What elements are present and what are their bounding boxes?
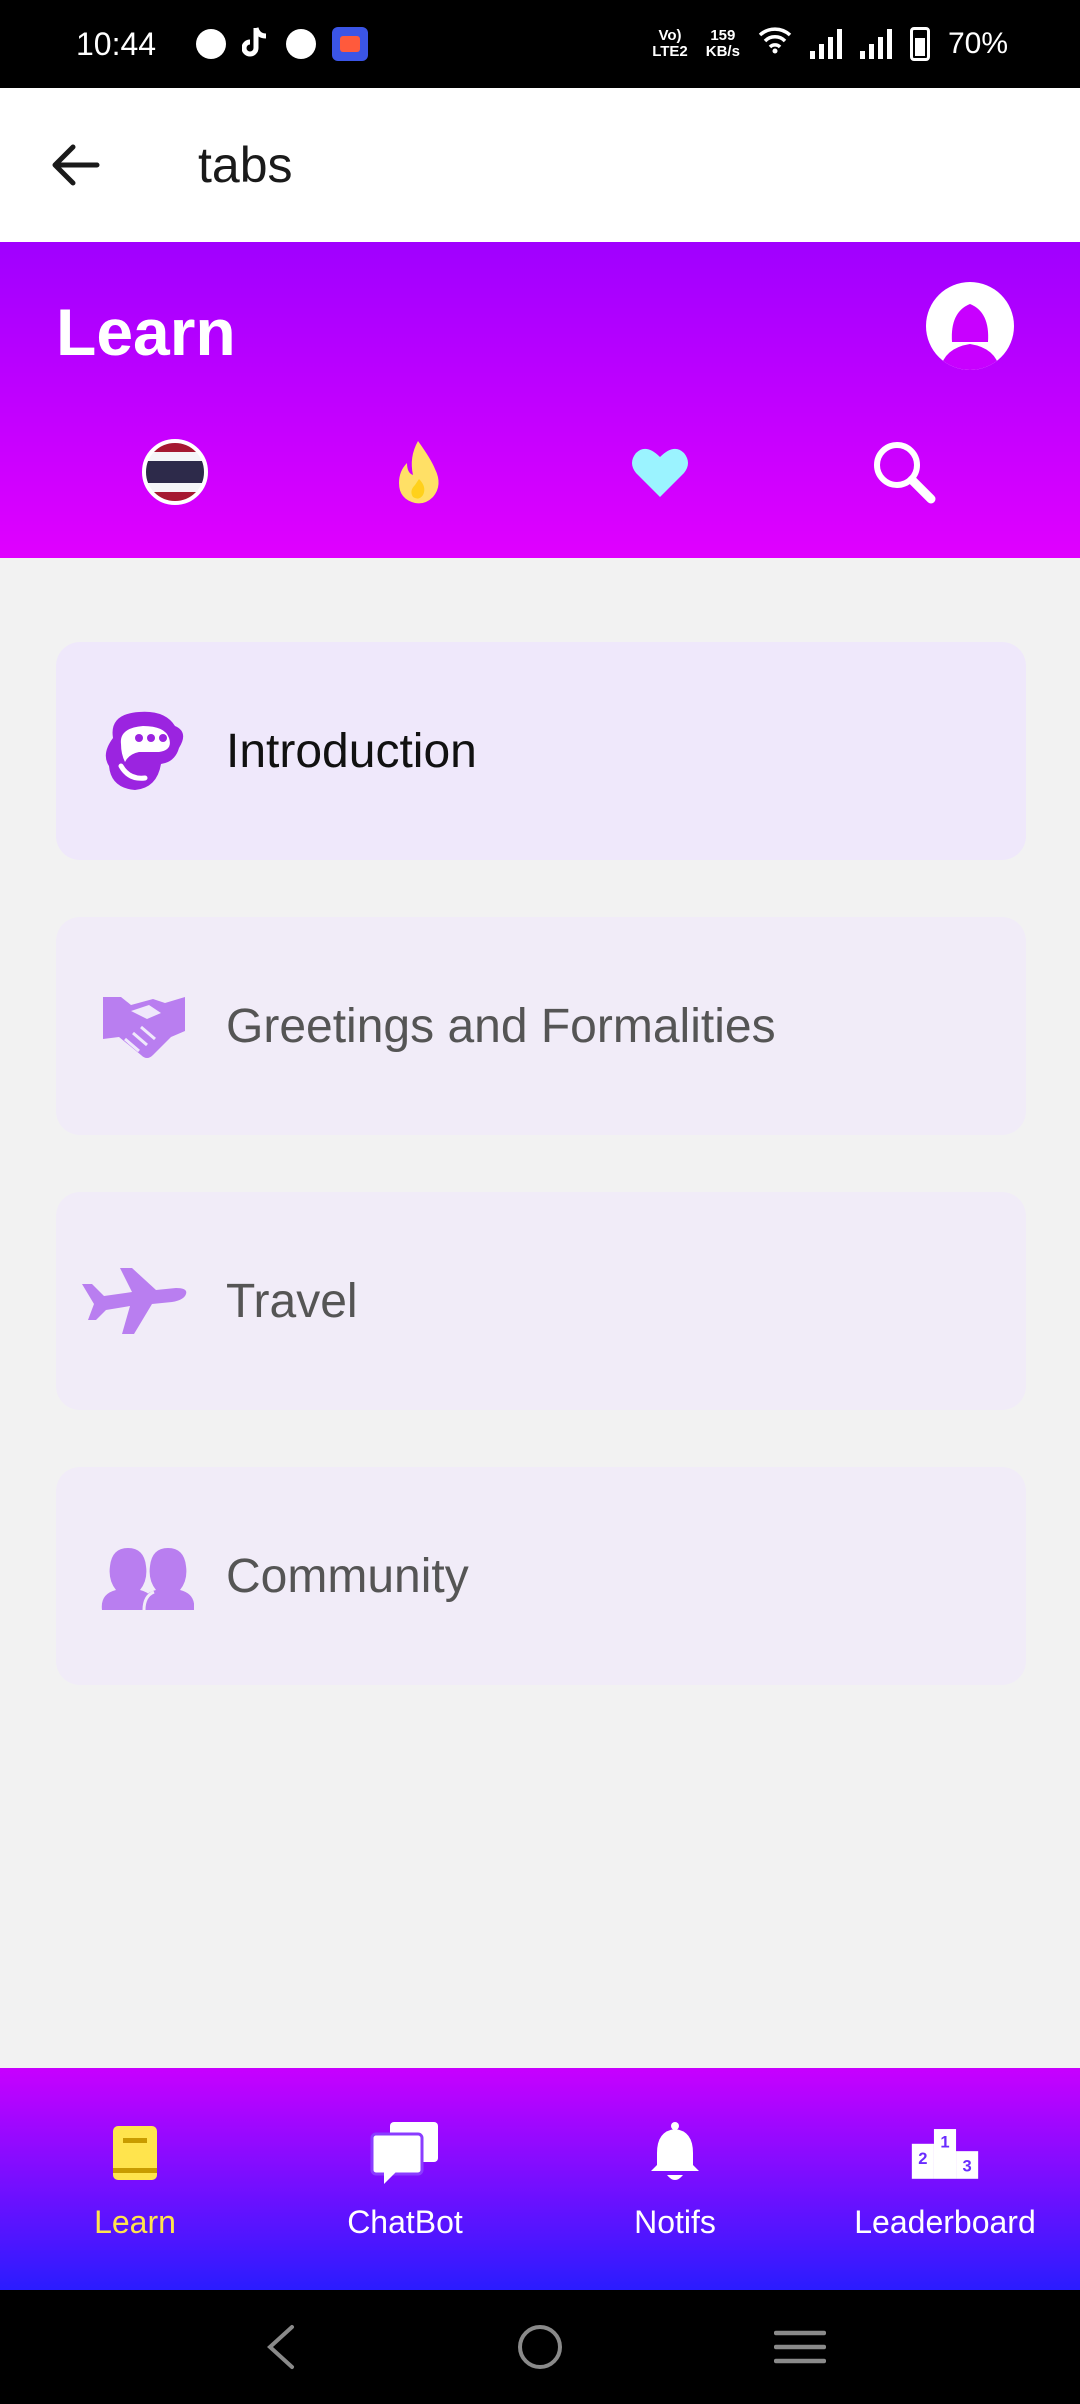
lesson-label: Introduction	[226, 724, 477, 778]
recents-icon	[774, 2330, 826, 2364]
svg-text:1: 1	[940, 2132, 949, 2151]
back-button[interactable]	[26, 115, 126, 215]
back-icon	[267, 2325, 294, 2369]
signal-icon-2	[859, 29, 892, 59]
heart-icon	[632, 448, 688, 497]
chat-head-icon	[94, 701, 194, 801]
notification-icons	[196, 26, 369, 63]
language-flag-button[interactable]	[135, 432, 215, 512]
svg-text:3: 3	[962, 2156, 971, 2175]
status-time: 10:44	[76, 25, 157, 62]
lesson-list: Introduction Greetings and Formalities T…	[56, 642, 1026, 1742]
avatar[interactable]	[926, 282, 1014, 370]
chat-bubbles-icon	[370, 2120, 440, 2186]
lesson-card-community[interactable]: Community	[56, 1467, 1026, 1685]
handshake-icon	[94, 976, 194, 1076]
nav-label: Learn	[94, 2204, 176, 2240]
nav-chatbot[interactable]: ChatBot	[270, 2068, 540, 2290]
lesson-label: Community	[226, 1549, 469, 1603]
bottom-nav: Learn ChatBot Notifs 2 1 3 Leaderboard	[0, 2068, 1080, 2290]
learn-header: Learn	[0, 242, 1080, 558]
app-a-icon	[286, 29, 317, 59]
lesson-card-introduction[interactable]: Introduction	[56, 642, 1026, 860]
lesson-card-greetings[interactable]: Greetings and Formalities	[56, 917, 1026, 1135]
nav-label: Leaderboard	[854, 2204, 1036, 2240]
lesson-card-travel[interactable]: Travel	[56, 1192, 1026, 1410]
battery-icon	[909, 27, 930, 61]
lesson-label: Travel	[226, 1274, 358, 1328]
bell-icon	[640, 2120, 710, 2186]
nav-leaderboard[interactable]: 2 1 3 Leaderboard	[810, 2068, 1080, 2290]
network-type: Vo) LTE2	[652, 27, 688, 60]
lazada-icon	[332, 27, 369, 61]
user-female-icon	[940, 304, 1000, 370]
wifi-icon	[758, 26, 792, 62]
search-button[interactable]	[864, 432, 944, 512]
system-recents-button[interactable]	[760, 2307, 840, 2387]
status-bar: 10:44 Vo) LTE2 159 KB/s 70%	[0, 0, 1080, 88]
nav-learn[interactable]: Learn	[0, 2068, 270, 2290]
messenger-icon	[196, 29, 227, 59]
thai-flag-icon	[142, 439, 208, 505]
fire-icon	[399, 441, 439, 504]
tiktok-icon	[241, 26, 270, 63]
app-bar: tabs	[0, 88, 1080, 242]
search-icon	[874, 442, 936, 504]
nav-label: Notifs	[634, 2204, 716, 2240]
lesson-label: Greetings and Formalities	[226, 999, 776, 1053]
favorites-button[interactable]	[620, 432, 700, 512]
svg-text:2: 2	[918, 2149, 927, 2168]
system-nav-bar	[0, 2290, 1080, 2404]
book-icon	[100, 2120, 170, 2186]
nav-notifs[interactable]: Notifs	[540, 2068, 810, 2290]
battery-percent: 70%	[947, 27, 1008, 60]
system-back-button[interactable]	[240, 2307, 320, 2387]
net-speed: 159 KB/s	[705, 27, 740, 60]
arrow-left-icon	[52, 144, 100, 186]
home-icon	[518, 2325, 562, 2369]
header-title: Learn	[56, 295, 236, 369]
people-icon	[94, 1526, 194, 1626]
page-title: tabs	[198, 137, 293, 193]
signal-icon-1	[809, 29, 842, 59]
nav-label: ChatBot	[347, 2204, 463, 2240]
airplane-icon	[82, 1251, 194, 1351]
system-home-button[interactable]	[500, 2307, 580, 2387]
podium-icon: 2 1 3	[910, 2120, 980, 2186]
streak-button[interactable]	[378, 432, 458, 512]
